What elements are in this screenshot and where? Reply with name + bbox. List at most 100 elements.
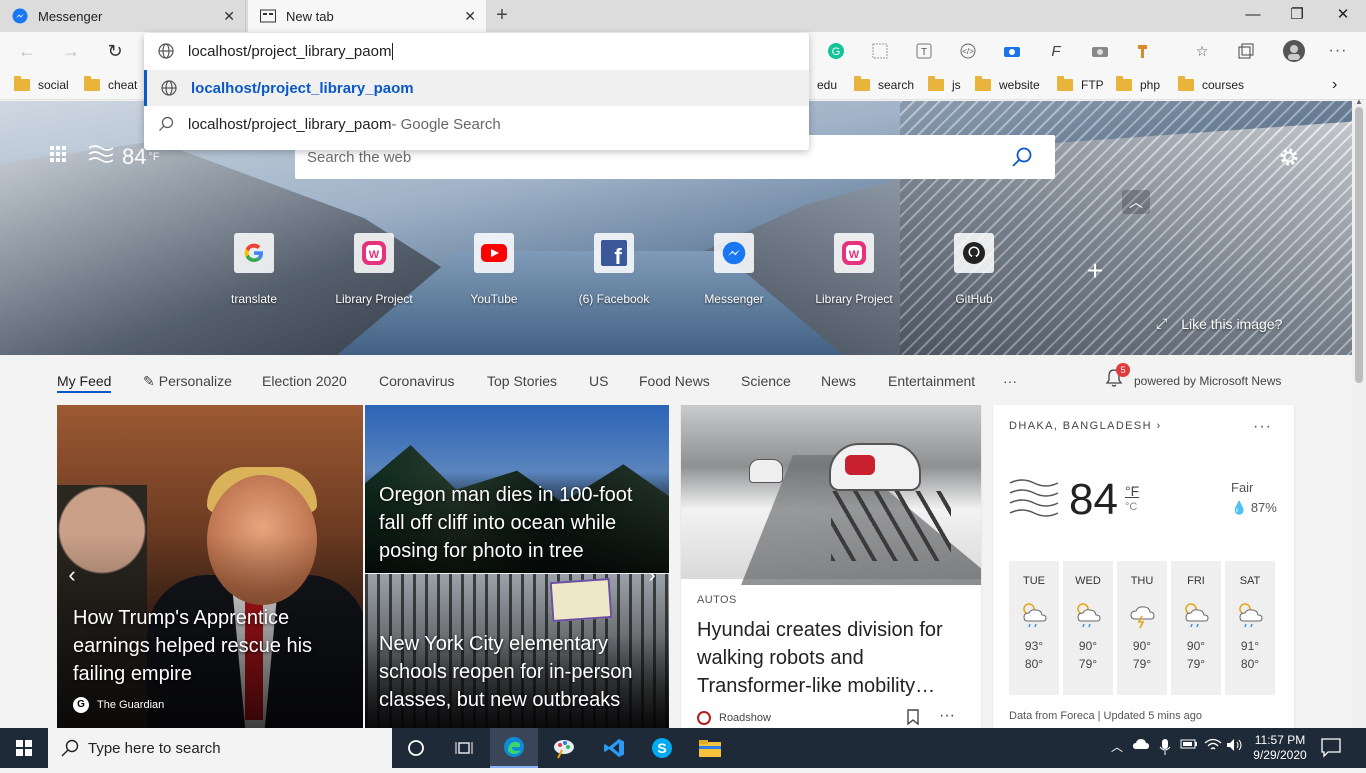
tab-my-feed[interactable]: My Feed xyxy=(57,373,112,393)
tab-personalize[interactable]: ✎ Personalize xyxy=(143,373,232,393)
paint-taskbar-icon[interactable] xyxy=(540,728,588,768)
bookmarks-overflow-chevron-icon[interactable]: › xyxy=(1332,76,1337,94)
maximize-button[interactable]: ❐ xyxy=(1282,4,1312,28)
address-input[interactable]: localhost/project_library_paom xyxy=(144,33,809,70)
profile-avatar[interactable] xyxy=(1282,39,1306,63)
fog-icon xyxy=(1009,477,1059,519)
close-window-button[interactable]: ✕ xyxy=(1328,4,1358,28)
bookmark-folder[interactable]: FTP xyxy=(1057,76,1104,94)
favorites-icon[interactable]: ☆ xyxy=(1192,41,1212,61)
refresh-button[interactable]: ↻ xyxy=(102,38,128,64)
back-button[interactable]: ← xyxy=(14,38,40,64)
action-center-icon[interactable] xyxy=(1320,736,1346,760)
like-this-image-link[interactable]: ⤢ Like this image? xyxy=(1156,315,1282,332)
camera-icon[interactable] xyxy=(1002,41,1022,61)
quick-link-tile[interactable]: Messenger xyxy=(674,233,794,313)
gear-icon[interactable] xyxy=(1278,146,1300,168)
quick-link-tile[interactable]: translate xyxy=(194,233,314,313)
quick-link-tile[interactable]: W Library Project xyxy=(794,233,914,313)
wampserver-icon: W xyxy=(354,233,394,273)
weather-card[interactable]: DHAKA, BANGLADESH › ··· 84 °F °C Fair 💧 8… xyxy=(993,405,1294,728)
bookmark-folder[interactable]: php xyxy=(1116,76,1160,94)
more-options-icon[interactable]: ··· xyxy=(1253,418,1272,436)
settings-more-icon[interactable]: ··· xyxy=(1328,41,1348,61)
tab-news[interactable]: News xyxy=(821,373,856,393)
news-card-oregon[interactable]: Oregon man dies in 100-foot fall off cli… xyxy=(365,405,669,573)
add-site-button[interactable]: + xyxy=(1082,257,1108,285)
edge-taskbar-icon[interactable] xyxy=(490,728,538,768)
unit-toggle[interactable]: °F °C xyxy=(1125,483,1139,515)
suggestion-search[interactable]: localhost/project_library_paom - Google … xyxy=(144,106,809,142)
carousel-prev-icon[interactable]: ‹ xyxy=(59,560,85,590)
tab-coronavirus[interactable]: Coronavirus xyxy=(379,373,454,393)
page-scrollbar[interactable]: ▲ xyxy=(1352,97,1366,728)
function-icon[interactable]: F xyxy=(1046,41,1066,61)
bookmark-folder[interactable]: website xyxy=(975,76,1040,94)
forecast-day[interactable]: FRI 90° 79° xyxy=(1171,561,1221,695)
bell-icon[interactable]: 5 xyxy=(1104,363,1130,390)
chevron-up-icon[interactable]: ︿ xyxy=(1108,738,1126,758)
onedrive-icon[interactable] xyxy=(1132,738,1150,758)
collections-icon[interactable] xyxy=(1236,41,1256,61)
tab-top-stories[interactable]: Top Stories xyxy=(487,373,557,393)
file-explorer-taskbar-icon[interactable] xyxy=(686,728,734,768)
news-card-nyc[interactable]: › New York City elementary schools reope… xyxy=(365,574,669,728)
quick-link-tile[interactable]: GitHub xyxy=(914,233,1034,313)
wrench-extension-icon[interactable] xyxy=(1134,41,1154,61)
windows-start-icon[interactable] xyxy=(0,728,48,768)
weather-location[interactable]: DHAKA, BANGLADESH › xyxy=(1009,420,1162,432)
forward-button[interactable]: → xyxy=(58,38,84,64)
tab-messenger[interactable]: Messenger ✕ xyxy=(0,0,246,32)
tab-new-tab[interactable]: New tab ✕ xyxy=(248,0,486,32)
microphone-icon[interactable] xyxy=(1156,738,1174,758)
code-extension-icon[interactable]: </> xyxy=(958,41,978,61)
screenshot-icon[interactable] xyxy=(1090,41,1110,61)
news-card-hyundai[interactable]: AUTOS Hyundai creates division for walki… xyxy=(681,405,981,728)
quick-link-tile[interactable]: YouTube xyxy=(434,233,554,313)
bookmark-folder[interactable]: search xyxy=(854,76,914,94)
skype-taskbar-icon[interactable]: S xyxy=(638,728,686,768)
bookmark-folder[interactable]: js xyxy=(928,76,961,94)
forecast-day[interactable]: THU 90° 79° xyxy=(1117,561,1167,695)
bookmark-folder[interactable]: edu xyxy=(817,76,837,94)
forecast-day[interactable]: SAT 91° 80° xyxy=(1225,561,1275,695)
tab-us[interactable]: US xyxy=(589,373,608,393)
new-tab-button[interactable]: + xyxy=(490,4,514,28)
forecast-day[interactable]: TUE 93° 80° xyxy=(1009,561,1059,695)
close-tab-icon[interactable]: ✕ xyxy=(464,8,476,25)
search-icon[interactable] xyxy=(1011,146,1033,172)
more-options-icon[interactable]: ··· xyxy=(939,707,955,725)
carousel-next-icon[interactable]: › xyxy=(639,574,665,590)
volume-icon[interactable] xyxy=(1226,738,1244,758)
app-launcher-icon[interactable] xyxy=(50,146,70,166)
task-view-icon[interactable] xyxy=(440,728,488,768)
news-card-trump[interactable]: ‹ How Trump's Apprentice earnings helped… xyxy=(57,405,363,728)
wifi-icon[interactable] xyxy=(1204,738,1222,758)
taskbar-clock[interactable]: 11:57 PM 9/29/2020 xyxy=(1250,733,1310,763)
text-extension-icon[interactable]: T xyxy=(914,41,934,61)
quick-link-tile[interactable]: W Library Project xyxy=(314,233,434,313)
cortana-icon[interactable] xyxy=(392,728,440,768)
grammarly-icon[interactable]: G xyxy=(826,41,846,61)
tab-election-2020[interactable]: Election 2020 xyxy=(262,373,347,393)
extension-icon[interactable] xyxy=(870,41,890,61)
tab-science[interactable]: Science xyxy=(741,373,791,393)
tab-entertainment[interactable]: Entertainment xyxy=(888,373,975,393)
battery-icon[interactable] xyxy=(1180,738,1198,758)
suggestion-url[interactable]: localhost/project_library_paom xyxy=(144,70,809,106)
tab-food-news[interactable]: Food News xyxy=(639,373,710,393)
feed-more-button[interactable]: ··· xyxy=(1003,373,1017,393)
facebook-icon: f xyxy=(594,233,634,273)
bookmark-icon[interactable] xyxy=(907,709,919,726)
close-tab-icon[interactable]: ✕ xyxy=(223,8,235,25)
forecast-day[interactable]: WED 90° 79° xyxy=(1063,561,1113,695)
bookmark-folder[interactable]: cheat xyxy=(84,76,137,94)
quick-link-tile[interactable]: f (6) Facebook xyxy=(554,233,674,313)
scroll-thumb[interactable] xyxy=(1355,107,1363,383)
bookmark-folder[interactable]: courses xyxy=(1178,76,1244,94)
bookmark-folder[interactable]: social xyxy=(14,76,69,94)
taskbar-search-input[interactable]: Type here to search xyxy=(48,728,392,768)
minimize-button[interactable]: — xyxy=(1238,4,1268,28)
vscode-taskbar-icon[interactable] xyxy=(590,728,638,768)
chevron-up-icon[interactable]: ︿ xyxy=(1122,190,1150,214)
